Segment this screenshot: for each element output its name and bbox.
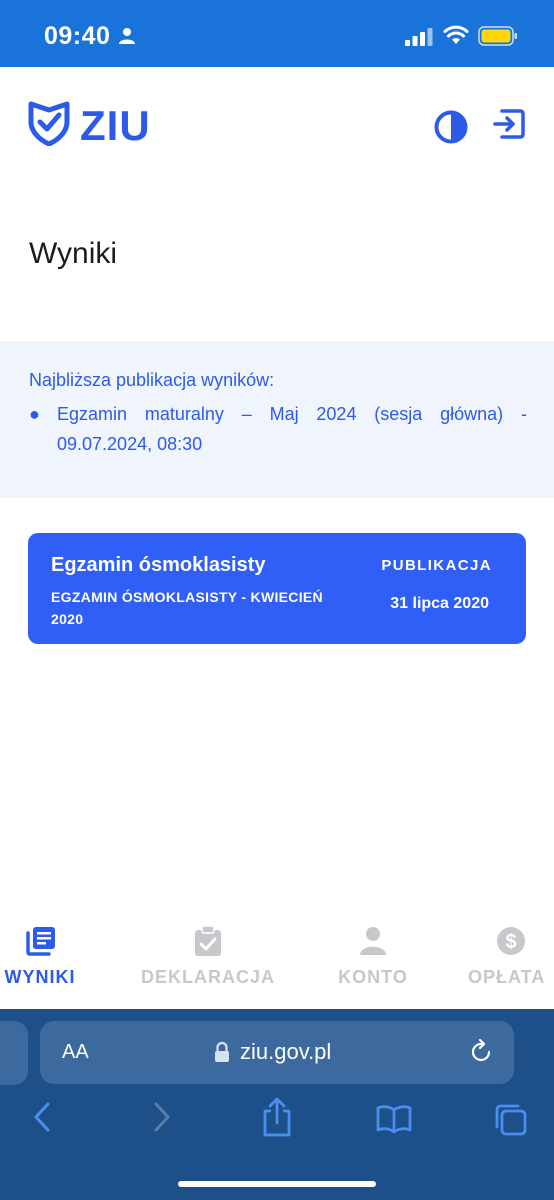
upcoming-publications-panel: Najbliższa publikacja wyników: ● Egzamin… [0,341,554,498]
tab-label: OPŁATA [468,967,546,987]
chevron-left-icon [34,1102,50,1132]
cellular-signal-icon [405,28,433,51]
exam-subtitle: EGZAMIN ÓSMOKLASISTY - KWIECIEŃ 2020 [51,589,323,627]
tabs-overview-icon [495,1104,527,1136]
book-icon [376,1105,412,1134]
ziu-logo[interactable]: ZIU [28,100,151,151]
share-icon [263,1097,291,1137]
tab-wyniki[interactable]: WYNIKI [0,925,80,988]
dollar-coin-icon: $ [497,927,525,955]
share-button[interactable] [261,1097,293,1142]
logout-button[interactable] [492,107,526,141]
list-item: ● Egzamin maturalny – Maj 2024 (sesja gł… [29,399,527,459]
results-icon [26,927,55,956]
chevron-right-icon [154,1102,170,1132]
clipboard-check-icon [195,925,221,956]
tab-label: WYNIKI [4,967,76,987]
tabs-button[interactable] [494,1103,528,1142]
tab-oplata[interactable]: $ OPŁATA [468,925,554,988]
url-text: ziu.gov.pl [240,1039,332,1064]
person-icon [360,927,386,955]
bottom-tab-bar: WYNIKI DEKLARACJA KONTO $ OPŁATA [0,925,554,1009]
upcoming-publications-list: ● Egzamin maturalny – Maj 2024 (sesja gł… [29,399,527,459]
reader-settings-button[interactable]: AA [62,1041,89,1064]
svg-text:$: $ [505,931,516,953]
forward-button[interactable] [152,1101,172,1138]
tab-label: DEKLARACJA [140,967,275,987]
address-bar[interactable]: AA ziu.gov.pl [40,1021,514,1084]
person-status-icon [118,27,136,50]
tab-konto[interactable]: KONTO [335,925,411,988]
upcoming-publications-heading: Najbliższa publikacja wyników: [29,370,275,390]
shield-check-icon [28,100,70,151]
bullet-icon: ● [29,404,40,424]
publication-date: 31 lipca 2020 [390,595,489,612]
status-bar: 09:40 [0,0,554,67]
publication-label: PUBLIKACJA [381,557,492,574]
status-time: 09:40 [44,22,111,50]
home-indicator [178,1181,376,1187]
browser-toolbar: AA ziu.gov.pl [0,1009,554,1200]
battery-icon [478,26,518,51]
tab-deklaracja[interactable]: DEKLARACJA [138,925,278,988]
tab-label: KONTO [338,967,408,987]
contrast-icon [434,110,468,144]
logo-text: ZIU [80,101,151,149]
previous-tab-preview[interactable] [0,1021,28,1085]
lock-icon [214,1041,230,1068]
reload-icon[interactable] [468,1038,494,1070]
exam-result-card[interactable]: Egzamin ósmoklasisty EGZAMIN ÓSMOKLASIST… [28,533,526,644]
page-title: Wyniki [29,237,118,270]
wifi-icon [443,25,469,50]
bookmarks-button[interactable] [376,1104,412,1139]
exam-title: Egzamin ósmoklasisty [51,554,266,576]
logout-icon [493,109,525,139]
publication-item-text: Egzamin maturalny – Maj 2024 (sesja głów… [57,404,527,454]
contrast-toggle-button[interactable] [434,110,468,144]
back-button[interactable] [32,1101,52,1138]
